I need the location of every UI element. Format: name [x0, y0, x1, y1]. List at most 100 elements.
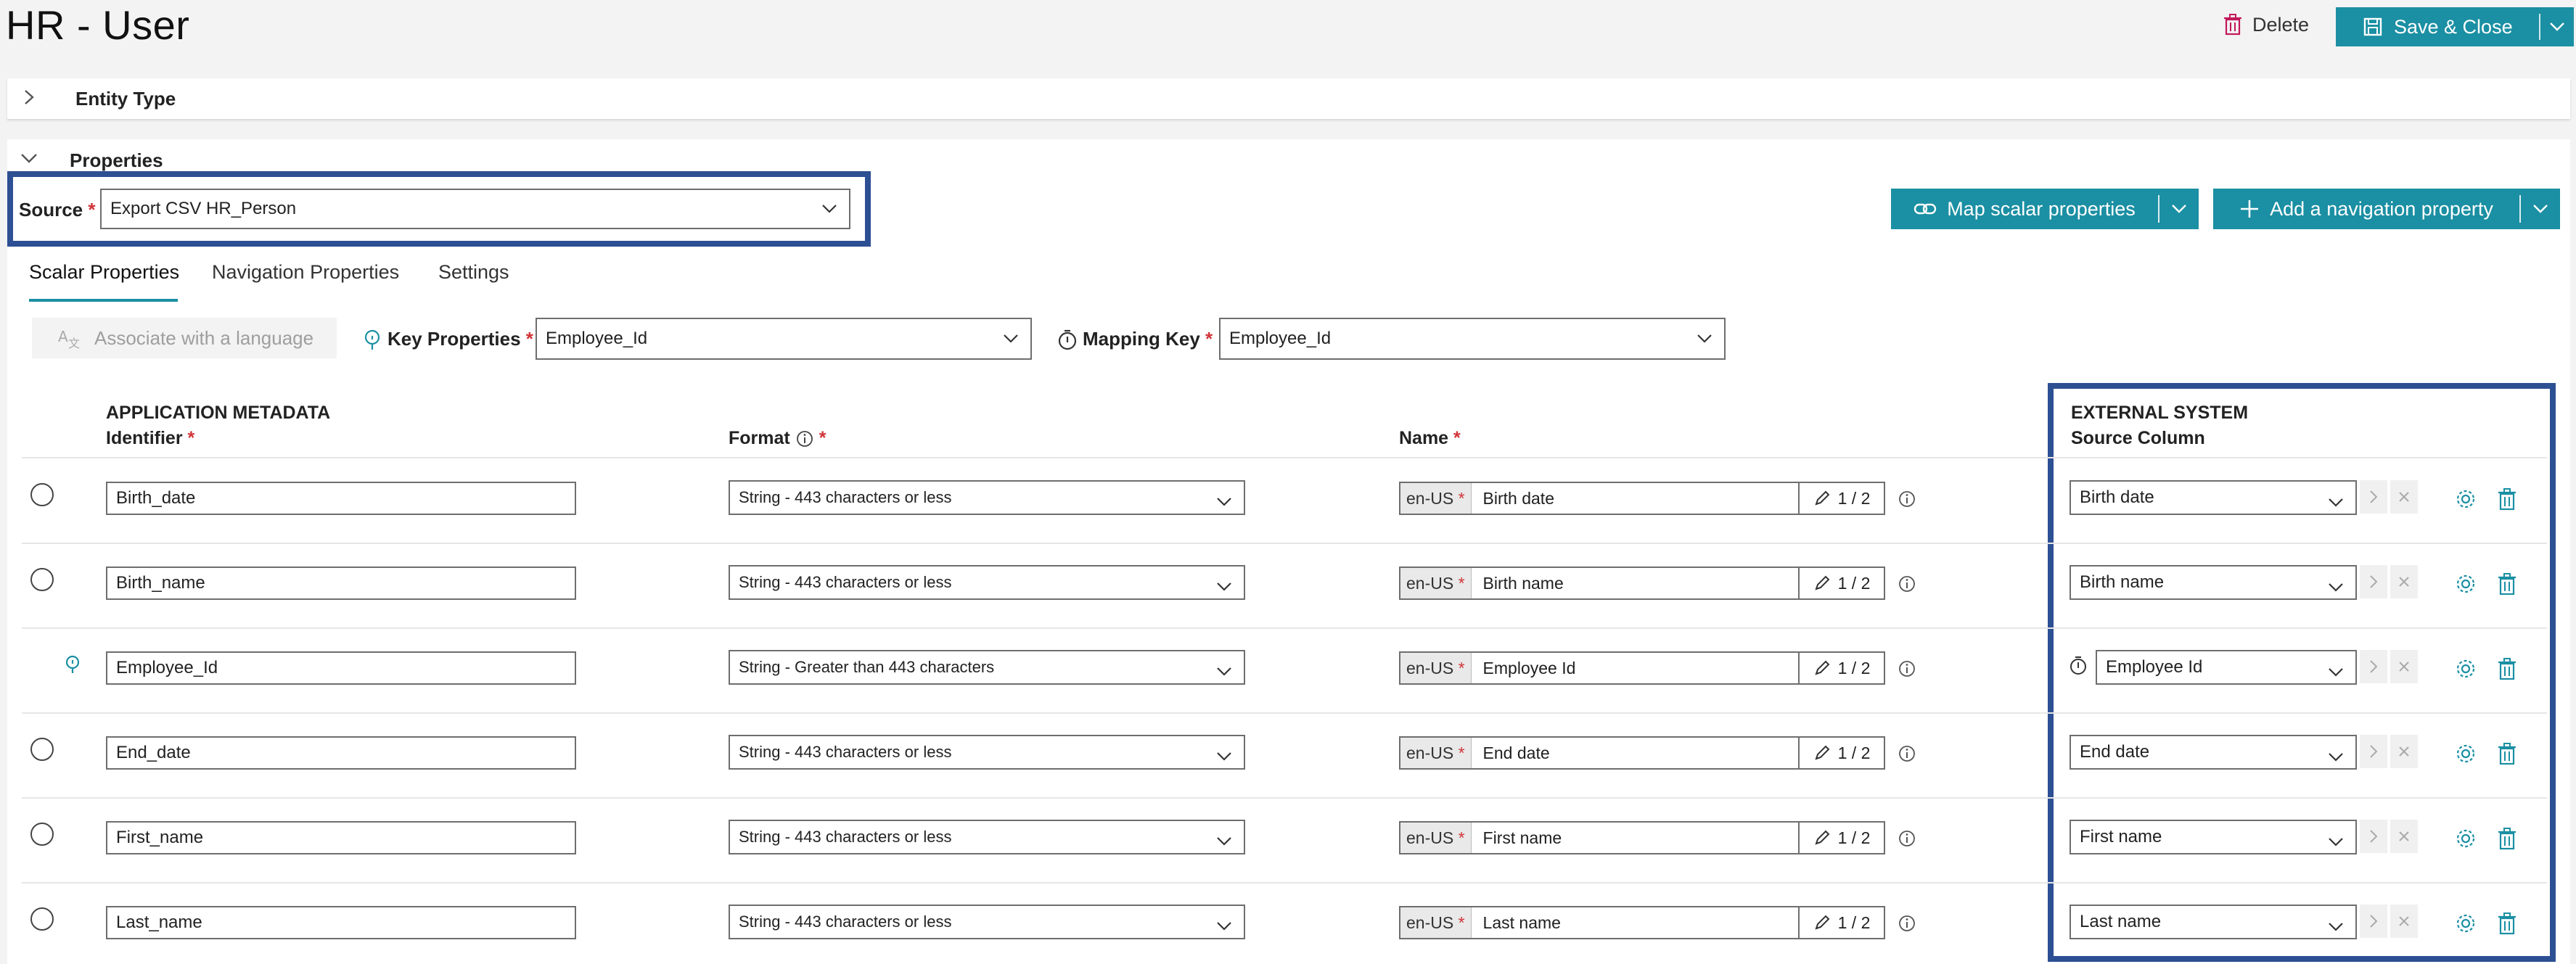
- source-column-select[interactable]: Birth date: [2070, 480, 2357, 515]
- identifier-input[interactable]: Birth_date: [106, 482, 576, 515]
- entity-type-section[interactable]: Entity Type: [7, 78, 2570, 119]
- close-icon: [2399, 831, 2409, 841]
- pencil-icon: [1815, 745, 1830, 760]
- source-column-value: Birth date: [2080, 487, 2154, 507]
- translations-button[interactable]: 1 / 2: [1798, 482, 1885, 515]
- info-icon[interactable]: [1898, 915, 1916, 936]
- name-value: End date: [1482, 743, 1550, 762]
- gear-icon: [2456, 829, 2475, 848]
- expand-button[interactable]: [2360, 735, 2387, 768]
- translations-button[interactable]: 1 / 2: [1798, 567, 1885, 600]
- info-icon[interactable]: [1898, 575, 1916, 596]
- map-scalar-dropdown[interactable]: [2159, 204, 2199, 214]
- settings-button[interactable]: [2454, 912, 2477, 939]
- delete-row-button[interactable]: [2498, 487, 2516, 514]
- settings-button[interactable]: [2454, 572, 2477, 599]
- add-navigation-property-button[interactable]: Add a navigation property: [2213, 189, 2560, 229]
- expand-button[interactable]: [2360, 480, 2387, 514]
- key-icon: [64, 654, 81, 680]
- info-icon[interactable]: [1898, 745, 1916, 766]
- tab-settings[interactable]: Settings: [438, 261, 509, 284]
- delete-row-button[interactable]: [2498, 572, 2516, 599]
- format-select[interactable]: String - 443 characters or less: [729, 735, 1245, 770]
- clear-button[interactable]: [2390, 565, 2418, 598]
- clear-button[interactable]: [2390, 735, 2418, 768]
- row-select-radio[interactable]: [30, 907, 54, 931]
- gear-icon: [2456, 914, 2475, 933]
- translations-button[interactable]: 1 / 2: [1798, 906, 1885, 939]
- name-input[interactable]: en-US * End date: [1399, 736, 1800, 770]
- pencil-icon: [1815, 915, 1830, 930]
- row-select-radio[interactable]: [30, 483, 54, 506]
- identifier-input[interactable]: Last_name: [106, 906, 576, 939]
- key-properties-select[interactable]: Employee_Id: [536, 318, 1032, 360]
- clear-button[interactable]: [2390, 480, 2418, 514]
- delete-row-button[interactable]: [2498, 912, 2516, 939]
- translations-button[interactable]: 1 / 2: [1798, 821, 1885, 854]
- settings-button[interactable]: [2454, 657, 2477, 684]
- expand-button[interactable]: [2360, 820, 2387, 853]
- row-select-radio[interactable]: [30, 738, 54, 761]
- header-divider: [22, 457, 2547, 458]
- pencil-icon: [1815, 830, 1830, 845]
- associate-language-button[interactable]: A 文 Associate with a language: [32, 318, 337, 358]
- source-column-select[interactable]: Birth name: [2070, 565, 2357, 600]
- add-navigation-dropdown[interactable]: [2521, 204, 2560, 214]
- name-input[interactable]: en-US * Employee Id: [1399, 651, 1800, 685]
- identifier-input[interactable]: Birth_name: [106, 567, 576, 600]
- tab-scalar-properties[interactable]: Scalar Properties: [29, 261, 179, 284]
- identifier-input[interactable]: End_date: [106, 736, 576, 770]
- format-select[interactable]: String - 443 characters or less: [729, 905, 1245, 939]
- name-input[interactable]: en-US * Last name: [1399, 906, 1800, 939]
- delete-row-button[interactable]: [2498, 827, 2516, 854]
- identifier-input[interactable]: First_name: [106, 821, 576, 854]
- source-column-select[interactable]: Employee Id: [2096, 650, 2357, 685]
- name-input[interactable]: en-US * Birth date: [1399, 482, 1800, 515]
- source-column-select[interactable]: End date: [2070, 735, 2357, 770]
- format-select[interactable]: String - 443 characters or less: [729, 820, 1245, 854]
- name-input[interactable]: en-US * First name: [1399, 821, 1800, 854]
- map-scalar-properties-button[interactable]: Map scalar properties: [1891, 189, 2199, 229]
- source-column-select[interactable]: First name: [2070, 820, 2357, 854]
- settings-button[interactable]: [2454, 827, 2477, 854]
- clear-button[interactable]: [2390, 905, 2418, 938]
- info-icon[interactable]: [1898, 660, 1916, 681]
- settings-button[interactable]: [2454, 742, 2477, 769]
- delete-button[interactable]: Delete: [2223, 10, 2309, 39]
- expand-button[interactable]: [2360, 905, 2387, 938]
- info-icon[interactable]: [1898, 490, 1916, 511]
- save-close-button[interactable]: Save & Close: [2336, 7, 2574, 46]
- translations-button[interactable]: 1 / 2: [1798, 736, 1885, 770]
- translations-button[interactable]: 1 / 2: [1798, 651, 1885, 685]
- format-select[interactable]: String - 443 characters or less: [729, 480, 1245, 515]
- expand-button[interactable]: [2360, 650, 2387, 683]
- format-select[interactable]: String - 443 characters or less: [729, 565, 1245, 600]
- source-label: Source *: [19, 199, 96, 221]
- source-column-header: Source Column: [2071, 428, 2205, 448]
- gear-icon: [2456, 490, 2475, 508]
- delete-row-button[interactable]: [2498, 657, 2516, 684]
- expand-button[interactable]: [2360, 565, 2387, 598]
- source-column-select[interactable]: Last name: [2070, 905, 2357, 939]
- chevron-down-icon: [1216, 917, 1232, 931]
- identifier-input[interactable]: Employee_Id: [106, 651, 576, 685]
- info-icon[interactable]: [796, 430, 813, 448]
- trash-icon: [2498, 912, 2516, 935]
- chevron-down-icon: [1216, 662, 1232, 676]
- settings-button[interactable]: [2454, 487, 2477, 514]
- source-select[interactable]: Export CSV HR_Person: [100, 189, 850, 229]
- info-icon[interactable]: [1898, 830, 1916, 851]
- clear-button[interactable]: [2390, 650, 2418, 683]
- mapping-key-select[interactable]: Employee_Id: [1219, 318, 1726, 360]
- row-select-radio[interactable]: [30, 568, 54, 591]
- tab-navigation-properties[interactable]: Navigation Properties: [212, 261, 399, 284]
- key-properties-label: Key Properties *: [387, 328, 533, 350]
- row-select-radio[interactable]: [30, 823, 54, 846]
- name-input[interactable]: en-US * Birth name: [1399, 567, 1800, 600]
- properties-toggle[interactable]: [20, 152, 38, 168]
- delete-row-button[interactable]: [2498, 742, 2516, 769]
- format-select[interactable]: String - Greater than 443 characters: [729, 650, 1245, 685]
- clear-button[interactable]: [2390, 820, 2418, 853]
- language-tag: en-US *: [1400, 738, 1472, 768]
- save-options-dropdown[interactable]: [2540, 22, 2574, 32]
